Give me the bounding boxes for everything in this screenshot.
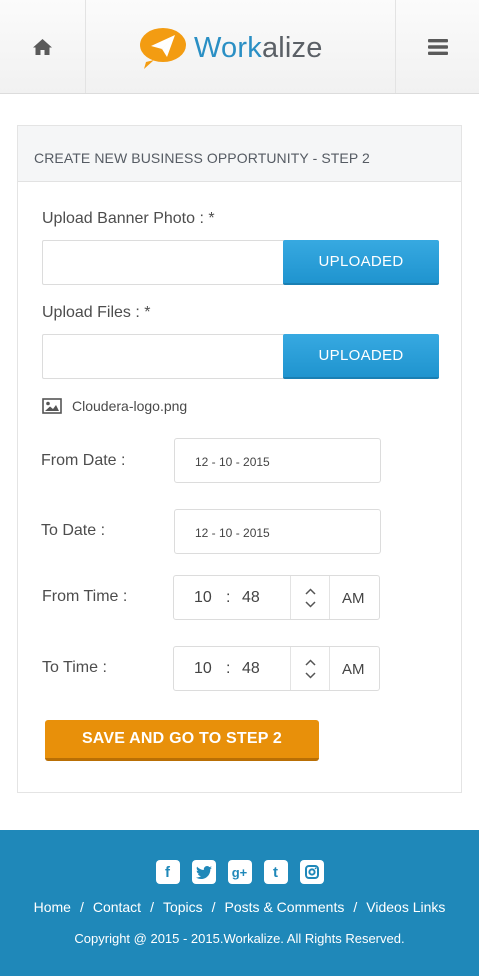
- chevron-up-icon[interactable]: [304, 587, 316, 595]
- banner-upload-button[interactable]: UPLOADED: [283, 240, 439, 285]
- files-field[interactable]: [42, 334, 287, 379]
- google-plus-icon[interactable]: g+: [227, 860, 252, 884]
- to-date-label: To Date :: [41, 522, 106, 539]
- form-title: CREATE NEW BUSINESS OPPORTUNITY - STEP 2: [18, 126, 461, 182]
- files-label: Upload Files : *: [42, 304, 151, 321]
- footer-link-home[interactable]: Home: [34, 899, 71, 915]
- from-time-spinner: [290, 576, 330, 619]
- footer-separator: /: [211, 899, 216, 915]
- twitter-icon[interactable]: [191, 860, 216, 884]
- banner-photo-label: Upload Banner Photo : *: [42, 210, 215, 227]
- to-time-separator: :: [226, 660, 231, 677]
- from-time-hour[interactable]: 10: [194, 589, 212, 607]
- brand-name: Workalize: [194, 31, 323, 64]
- footer-separator: /: [353, 899, 358, 915]
- banner-photo-field[interactable]: [42, 240, 287, 285]
- to-time-label: To Time :: [42, 659, 107, 676]
- copyright-text: Copyright @ 2015 - 2015.Workalize. All R…: [74, 931, 405, 946]
- chevron-down-icon[interactable]: [304, 671, 316, 679]
- from-time-ampm[interactable]: AM: [342, 590, 365, 607]
- attached-file[interactable]: Cloudera-logo.png: [42, 398, 187, 414]
- paper-plane-logo-icon: [140, 28, 186, 69]
- facebook-icon[interactable]: f: [155, 860, 180, 884]
- from-time-separator: :: [226, 589, 231, 606]
- from-time-label: From Time :: [42, 588, 128, 605]
- opportunity-form-card: CREATE NEW BUSINESS OPPORTUNITY - STEP 2…: [17, 125, 462, 793]
- footer-link-posts-comments[interactable]: Posts & Comments: [225, 899, 345, 915]
- files-upload-button[interactable]: UPLOADED: [283, 334, 439, 379]
- footer-separator: /: [150, 899, 154, 915]
- attached-file-name: Cloudera-logo.png: [72, 398, 188, 414]
- to-time-spinner: [290, 647, 330, 690]
- footer-link-videos[interactable]: Videos Links: [366, 899, 445, 915]
- to-time-minute[interactable]: 48: [242, 660, 260, 678]
- chevron-down-icon[interactable]: [304, 600, 316, 608]
- footer-nav: Home / Contact / Topics / Posts & Commen…: [0, 899, 479, 915]
- footer-link-topics[interactable]: Topics: [163, 899, 203, 915]
- chevron-up-icon[interactable]: [304, 658, 316, 666]
- social-links: f g+ t: [0, 860, 479, 884]
- to-time-ampm[interactable]: AM: [342, 661, 365, 678]
- site-footer: f g+ t Home / Contact / Topics / Posts &…: [0, 830, 479, 976]
- app-header: Workalize: [0, 0, 479, 94]
- image-icon: [42, 398, 62, 414]
- from-date-input[interactable]: 12 - 10 - 2015: [174, 438, 381, 483]
- home-icon: [33, 38, 52, 55]
- from-time-picker: 10 : 48 AM: [173, 575, 380, 620]
- menu-button[interactable]: [395, 0, 479, 93]
- tumblr-icon[interactable]: t: [263, 860, 288, 884]
- files-upload: UPLOADED: [42, 334, 439, 379]
- hamburger-menu-icon: [427, 38, 448, 55]
- footer-link-contact[interactable]: Contact: [93, 899, 141, 915]
- brand-logo[interactable]: Workalize: [138, 26, 323, 70]
- home-button[interactable]: [0, 0, 86, 93]
- from-time-minute[interactable]: 48: [242, 589, 260, 607]
- footer-separator: /: [79, 899, 84, 915]
- from-date-label: From Date :: [41, 452, 126, 469]
- to-time-hour[interactable]: 10: [194, 660, 212, 678]
- instagram-icon[interactable]: [299, 860, 324, 884]
- to-date-input[interactable]: 12 - 10 - 2015: [174, 509, 381, 554]
- to-time-picker: 10 : 48 AM: [173, 646, 380, 691]
- banner-photo-upload: UPLOADED: [42, 240, 439, 285]
- save-next-step-button[interactable]: SAVE AND GO TO STEP 2: [45, 720, 319, 761]
